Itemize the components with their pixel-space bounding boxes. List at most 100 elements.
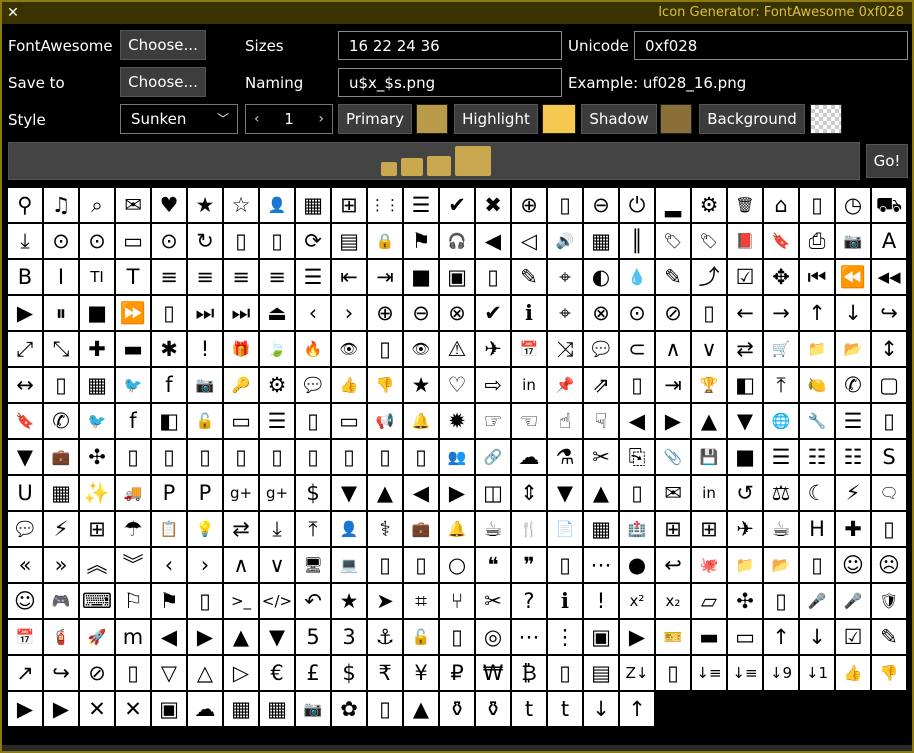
icon-cell[interactable]: ▯ bbox=[548, 548, 582, 582]
icon-cell[interactable]: ▭ bbox=[116, 224, 150, 258]
icon-cell[interactable]: ⟳ bbox=[296, 224, 330, 258]
icon-cell[interactable]: ⚙ bbox=[260, 368, 294, 402]
icon-cell[interactable]: ◎ bbox=[476, 620, 510, 654]
icon-cell[interactable]: ❞ bbox=[512, 548, 546, 582]
choose-font-button[interactable]: Choose... bbox=[120, 30, 206, 60]
icon-cell[interactable]: ☝ bbox=[548, 404, 582, 438]
icon-cell[interactable]: ⚲ bbox=[8, 188, 42, 222]
icon-cell[interactable]: ▼ bbox=[8, 440, 42, 474]
icon-cell[interactable]: 💼 bbox=[44, 440, 78, 474]
icon-cell[interactable]: ▣ bbox=[152, 692, 186, 726]
icon-cell[interactable]: ▢ bbox=[872, 368, 906, 402]
primary-color-swatch[interactable] bbox=[416, 104, 448, 134]
icon-cell[interactable]: ▦ bbox=[260, 692, 294, 726]
icon-cell[interactable]: ⚡ bbox=[836, 476, 870, 510]
icon-cell[interactable]: ▣ bbox=[584, 620, 618, 654]
icon-cell[interactable]: ⊞ bbox=[656, 512, 690, 546]
icon-cell[interactable]: ◀◀ bbox=[872, 260, 906, 294]
icon-cell[interactable]: ☰ bbox=[260, 404, 294, 438]
icon-cell[interactable]: ◀ bbox=[476, 224, 510, 258]
icon-cell[interactable]: ▤ bbox=[584, 656, 618, 690]
icon-cell[interactable]: ♥ bbox=[152, 188, 186, 222]
icon-cell[interactable]: 🍴 bbox=[512, 512, 546, 546]
icon-cell[interactable]: ♡ bbox=[440, 368, 474, 402]
icon-cell[interactable]: ⊗ bbox=[440, 296, 474, 330]
icon-cell[interactable]: 🏷 bbox=[692, 224, 726, 258]
icon-cell[interactable]: ⇗ bbox=[584, 368, 618, 402]
icon-cell[interactable]: 🏥 bbox=[620, 512, 654, 546]
icon-cell[interactable]: ↪ bbox=[872, 296, 906, 330]
icon-cell[interactable]: ✥ bbox=[764, 260, 798, 294]
icon-cell[interactable]: ▯ bbox=[872, 512, 906, 546]
icon-cell[interactable]: ∨ bbox=[692, 332, 726, 366]
icon-cell[interactable]: H bbox=[800, 512, 834, 546]
icon-cell[interactable]: ⤨ bbox=[548, 332, 582, 366]
icon-cell[interactable]: ! bbox=[584, 584, 618, 618]
icon-cell[interactable]: ⤡ bbox=[44, 332, 78, 366]
icon-cell[interactable]: ₹ bbox=[368, 656, 402, 690]
icon-cell[interactable]: ⚑ bbox=[152, 584, 186, 618]
icon-cell[interactable]: ★ bbox=[188, 188, 222, 222]
icon-cell[interactable]: ✣ bbox=[80, 440, 114, 474]
icon-cell[interactable]: ▦ bbox=[224, 692, 258, 726]
icon-cell[interactable]: ‹ bbox=[152, 548, 186, 582]
icon-cell[interactable]: ☰ bbox=[764, 440, 798, 474]
icon-cell[interactable]: in bbox=[692, 476, 726, 510]
icon-cell[interactable]: 🐦 bbox=[80, 404, 114, 438]
icon-cell[interactable]: ⌂ bbox=[764, 188, 798, 222]
icon-cell[interactable]: TI bbox=[80, 260, 114, 294]
icon-cell[interactable]: ↓1 bbox=[800, 656, 834, 690]
icon-cell[interactable]: △ bbox=[188, 656, 222, 690]
icon-cell[interactable]: ⇨ bbox=[476, 368, 510, 402]
icon-cell[interactable]: U bbox=[8, 476, 42, 510]
icon-cell[interactable]: ▯ bbox=[296, 440, 330, 474]
icon-cell[interactable]: ↓ bbox=[584, 692, 618, 726]
icon-cell[interactable]: ✣ bbox=[728, 584, 762, 618]
icon-cell[interactable]: 🖥 bbox=[296, 548, 330, 582]
icon-cell[interactable]: ☟ bbox=[584, 404, 618, 438]
icon-cell[interactable]: 👁 bbox=[404, 332, 438, 366]
icon-cell[interactable]: ⊖ bbox=[404, 296, 438, 330]
icon-cell[interactable]: ✔ bbox=[476, 296, 510, 330]
icon-cell[interactable]: ⌕ bbox=[80, 188, 114, 222]
icon-cell[interactable]: 👎 bbox=[368, 368, 402, 402]
icon-cell[interactable]: ☆ bbox=[224, 188, 258, 222]
icon-cell[interactable]: ✚ bbox=[80, 332, 114, 366]
icon-cell[interactable]: ★ bbox=[332, 584, 366, 618]
icon-cell[interactable]: A bbox=[872, 224, 906, 258]
style-select[interactable]: Sunken ﹀ bbox=[120, 104, 238, 134]
icon-cell[interactable]: £ bbox=[296, 656, 330, 690]
icon-cell[interactable]: ■ bbox=[728, 440, 762, 474]
icon-cell[interactable]: ∧ bbox=[224, 548, 258, 582]
icon-cell[interactable]: 📷 bbox=[188, 368, 222, 402]
icon-cell[interactable]: ⊘ bbox=[80, 656, 114, 690]
icon-cell[interactable]: 📋 bbox=[152, 512, 186, 546]
icon-cell[interactable]: ✱ bbox=[152, 332, 186, 366]
icon-cell[interactable]: » bbox=[44, 548, 78, 582]
icon-cell[interactable]: ║ bbox=[620, 224, 654, 258]
icon-cell[interactable]: </> bbox=[260, 584, 294, 618]
icon-cell[interactable]: ₩ bbox=[476, 656, 510, 690]
icon-cell[interactable]: ▯ bbox=[368, 692, 402, 726]
icon-cell[interactable]: ↪ bbox=[44, 656, 78, 690]
icon-cell[interactable]: 📌 bbox=[548, 368, 582, 402]
icon-cell[interactable]: ▦ bbox=[296, 188, 330, 222]
icon-cell[interactable]: ☰ bbox=[404, 188, 438, 222]
icon-cell[interactable]: ⏩ bbox=[116, 296, 150, 330]
icon-cell[interactable]: ▼ bbox=[548, 476, 582, 510]
icon-cell[interactable]: ▯ bbox=[800, 188, 834, 222]
icon-cell[interactable]: ★ bbox=[404, 368, 438, 402]
icon-cell[interactable]: 🗨 bbox=[872, 476, 906, 510]
icon-cell[interactable]: ▼ bbox=[260, 620, 294, 654]
highlight-button[interactable]: Highlight bbox=[454, 104, 538, 134]
icon-cell[interactable]: ▂ bbox=[656, 188, 690, 222]
icon-cell[interactable]: ☾ bbox=[800, 476, 834, 510]
icon-cell[interactable]: 🔊 bbox=[548, 224, 582, 258]
icon-cell[interactable]: ⛟ bbox=[872, 188, 906, 222]
icon-cell[interactable]: ▯ bbox=[548, 656, 582, 690]
icon-cell[interactable]: ⚓ bbox=[368, 620, 402, 654]
icon-cell[interactable]: 🐦 bbox=[116, 368, 150, 402]
icon-cell[interactable]: ▲ bbox=[692, 404, 726, 438]
icon-cell[interactable]: ▯ bbox=[368, 440, 402, 474]
icon-cell[interactable]: 🎧 bbox=[440, 224, 474, 258]
